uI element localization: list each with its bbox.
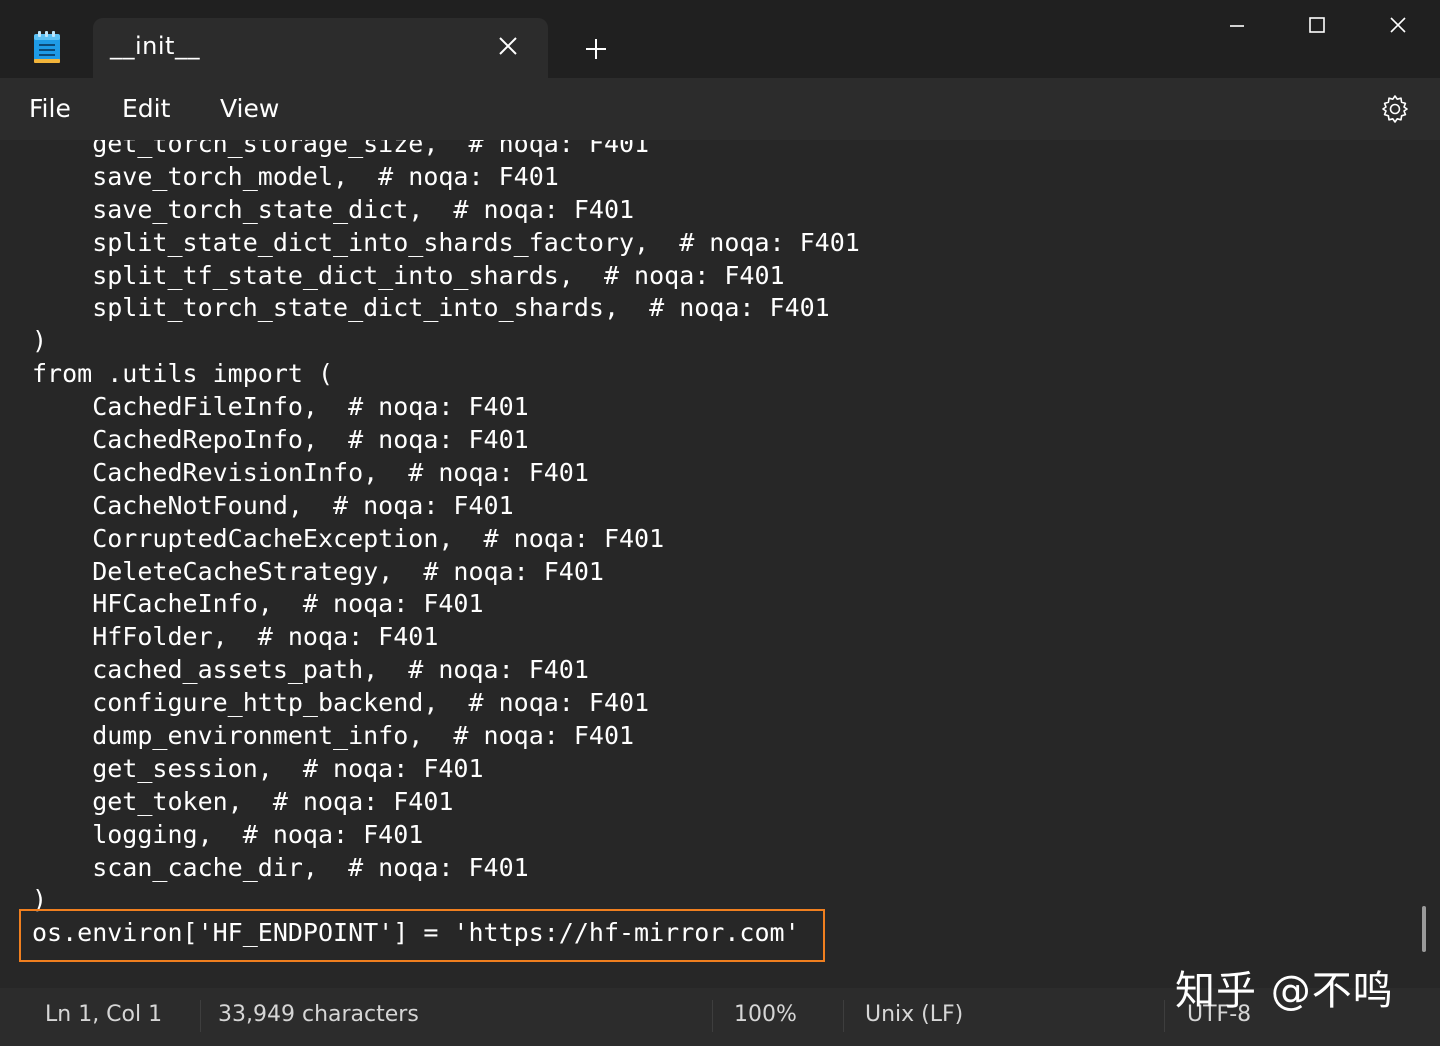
code-line: DeleteCacheStrategy, # noqa: F401	[32, 556, 604, 586]
code-line: save_torch_state_dict, # noqa: F401	[32, 194, 635, 224]
notepad-app-icon	[34, 31, 60, 63]
status-divider	[1164, 1000, 1165, 1032]
code-line: cached_assets_path, # noqa: F401	[32, 655, 589, 685]
code-line: save_torch_model, # noqa: F401	[32, 161, 559, 191]
code-line: HFCacheInfo, # noqa: F401	[32, 589, 484, 619]
vertical-scrollbar[interactable]	[1418, 140, 1432, 988]
menu-file[interactable]: File	[29, 94, 71, 123]
maximize-icon[interactable]	[1302, 14, 1332, 38]
gear-icon[interactable]	[1380, 94, 1410, 124]
code-line: get_torch_storage_size, # noqa: F401	[32, 140, 650, 158]
menu-view[interactable]: View	[220, 94, 279, 123]
tab-init[interactable]: __init__	[93, 18, 548, 80]
cursor-position[interactable]: Ln 1, Col 1	[45, 1002, 162, 1027]
code-line: logging, # noqa: F401	[32, 819, 424, 849]
line-ending[interactable]: Unix (LF)	[865, 1002, 963, 1027]
code-line: split_state_dict_into_shards_factory, # …	[32, 227, 860, 257]
code-line: get_session, # noqa: F401	[32, 753, 484, 783]
status-divider	[712, 1000, 713, 1032]
code-line: CachedFileInfo, # noqa: F401	[32, 392, 529, 422]
watermark-text: 知乎 @不鸣	[1175, 968, 1394, 1014]
minimize-icon[interactable]	[1222, 14, 1252, 38]
code-line: CachedRepoInfo, # noqa: F401	[32, 425, 529, 455]
code-line: CachedRevisionInfo, # noqa: F401	[32, 457, 589, 487]
code-line: get_token, # noqa: F401	[32, 786, 454, 816]
code-line: )	[32, 326, 48, 356]
code-line: CorruptedCacheException, # noqa: F401	[32, 523, 665, 553]
code-line: split_tf_state_dict_into_shards, # noqa:…	[32, 260, 785, 290]
code-line: dump_environment_info, # noqa: F401	[32, 721, 635, 751]
title-bar: __init__	[0, 0, 1440, 80]
code-line: from .utils import (	[32, 359, 334, 389]
zoom-level[interactable]: 100%	[734, 1002, 797, 1027]
tab-title: __init__	[110, 32, 200, 60]
menu-edit[interactable]: Edit	[122, 94, 170, 123]
new-tab-plus-icon[interactable]	[584, 37, 608, 61]
code-content[interactable]: get_torch_storage_size, # noqa: F401 sav…	[32, 140, 860, 950]
scrollbar-thumb[interactable]	[1422, 906, 1426, 952]
code-line: HfFolder, # noqa: F401	[32, 622, 439, 652]
status-divider	[200, 1000, 201, 1032]
highlight-annotation-box	[19, 909, 825, 962]
character-count: 33,949 characters	[218, 1002, 419, 1027]
code-line: scan_cache_dir, # noqa: F401	[32, 852, 529, 882]
close-tab-icon[interactable]	[498, 36, 518, 56]
status-divider	[843, 1000, 844, 1032]
code-line: split_torch_state_dict_into_shards, # no…	[32, 293, 830, 323]
text-editor-area[interactable]: get_torch_storage_size, # noqa: F401 sav…	[0, 140, 1440, 988]
close-window-icon[interactable]	[1383, 14, 1413, 38]
menu-bar: File Edit View	[0, 78, 1440, 140]
code-line: configure_http_backend, # noqa: F401	[32, 688, 650, 718]
code-line: CacheNotFound, # noqa: F401	[32, 490, 514, 520]
